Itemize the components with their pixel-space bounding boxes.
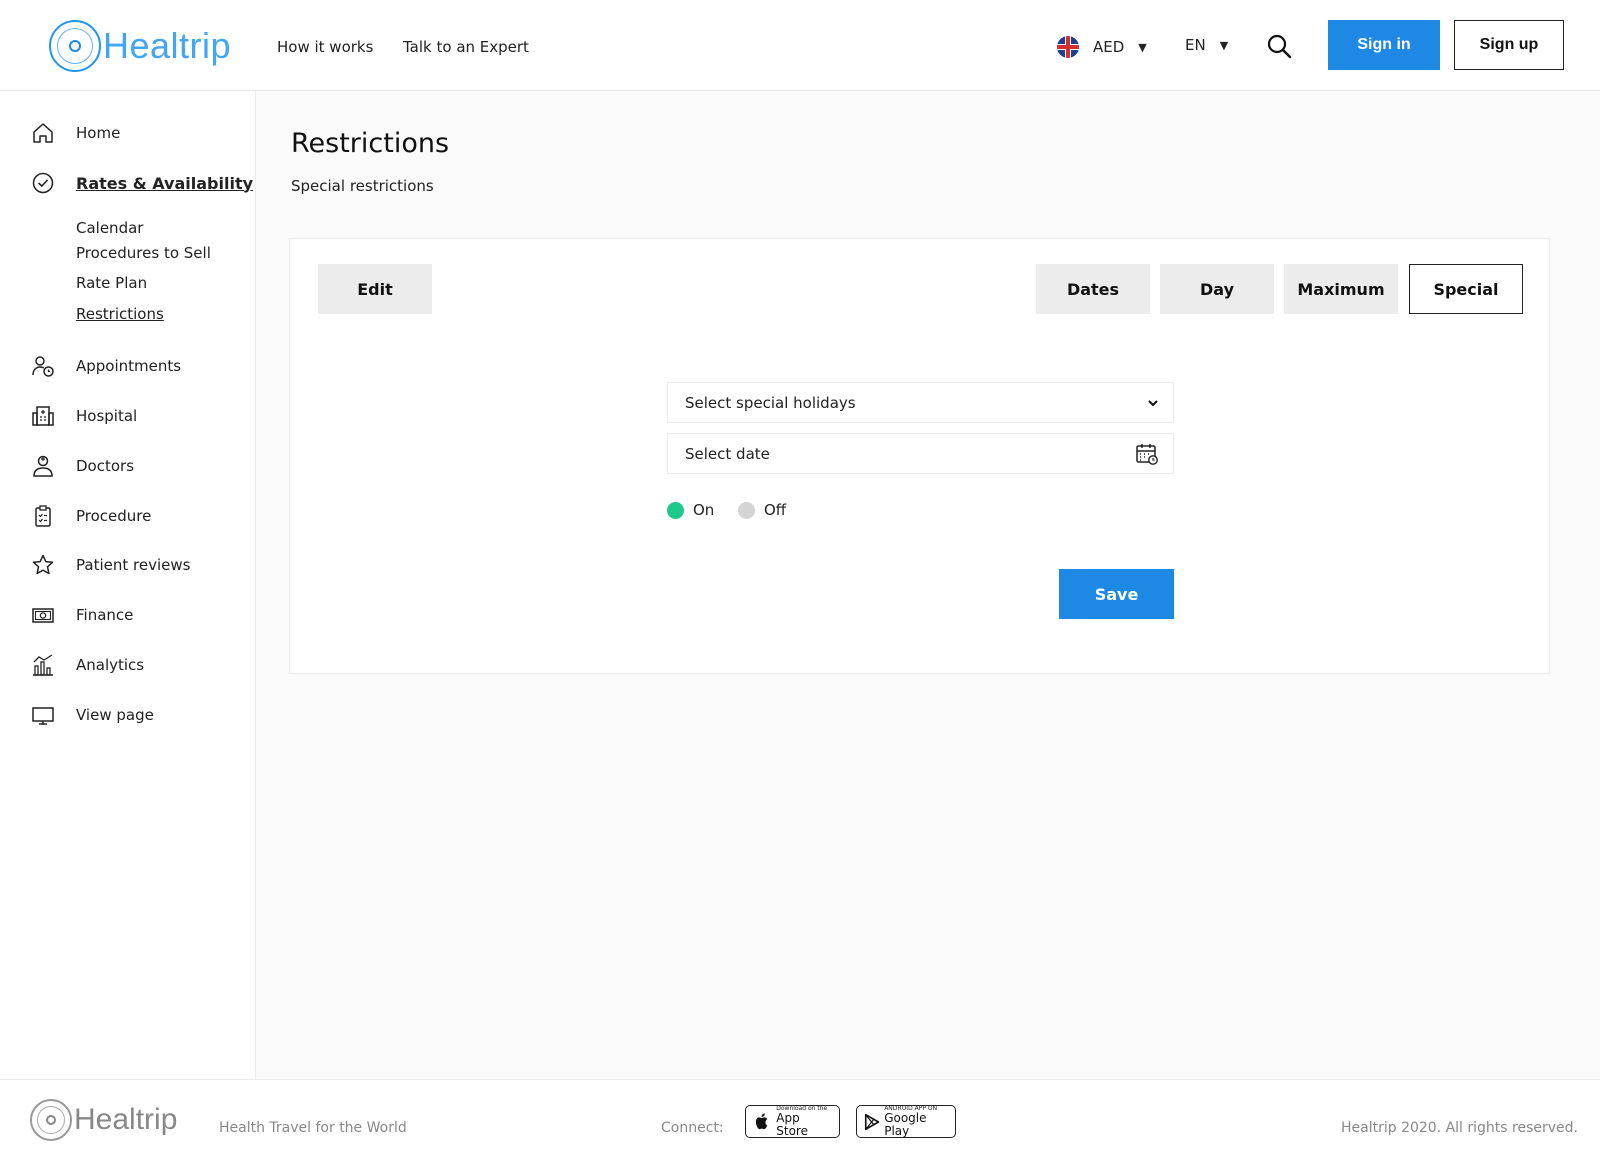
sign-up-button[interactable]: Sign up bbox=[1454, 20, 1564, 70]
uk-flag-icon bbox=[1057, 36, 1079, 58]
search-icon[interactable] bbox=[1266, 33, 1292, 59]
doctor-icon bbox=[33, 455, 53, 477]
nav-talk-to-expert[interactable]: Talk to an Expert bbox=[403, 38, 529, 56]
tab-special[interactable]: Special bbox=[1409, 264, 1523, 314]
restrictions-card: Edit Dates Day Maximum Special Select sp… bbox=[289, 238, 1550, 674]
sidebar-item-analytics[interactable]: Analytics bbox=[0, 650, 256, 680]
radio-on[interactable]: On bbox=[667, 501, 714, 519]
app-store-big-text: App Store bbox=[776, 1111, 808, 1138]
subnav-procedures-to-sell[interactable]: Procedures to Sell bbox=[76, 244, 211, 262]
sidebar-item-label: Doctors bbox=[76, 457, 135, 475]
monitor-icon bbox=[32, 707, 54, 725]
page-title: Restrictions bbox=[291, 128, 450, 159]
sidebar-item-label: Rates & Availability bbox=[76, 173, 254, 193]
sidebar-item-home[interactable]: Home bbox=[0, 118, 256, 148]
sidebar-item-label: View page bbox=[76, 706, 154, 724]
footer-connect-label: Connect: bbox=[661, 1120, 724, 1136]
currency-value: AED bbox=[1093, 38, 1125, 56]
sidebar-item-label: Patient reviews bbox=[76, 556, 191, 574]
subnav-calendar[interactable]: Calendar bbox=[76, 219, 143, 237]
footer-copyright: Healtrip 2020. All rights reserved. bbox=[1340, 1120, 1578, 1136]
date-field[interactable]: Select date bbox=[667, 433, 1174, 474]
brand-logo[interactable]: Healtrip bbox=[49, 20, 231, 72]
footer-logo-text: Healtrip bbox=[74, 1103, 178, 1136]
date-placeholder: Select date bbox=[685, 444, 770, 463]
chart-icon bbox=[33, 654, 53, 676]
special-holidays-select[interactable]: Select special holidays bbox=[667, 382, 1174, 423]
sidebar-item-label: Appointments bbox=[76, 357, 182, 375]
chevron-down-icon: ▼ bbox=[1138, 40, 1147, 54]
sidebar-item-label: Home bbox=[76, 124, 121, 142]
cash-icon bbox=[32, 608, 54, 623]
sidebar-item-view-page[interactable]: View page bbox=[0, 700, 256, 730]
sidebar-item-label: Procedure bbox=[76, 507, 152, 525]
star-icon bbox=[32, 554, 54, 575]
play-icon bbox=[864, 1113, 880, 1130]
radio-unselected-icon bbox=[738, 501, 755, 519]
footer: Healtrip Health Travel for the World Con… bbox=[0, 1079, 1600, 1159]
save-button[interactable]: Save bbox=[1059, 569, 1174, 619]
check-circle-icon bbox=[32, 172, 54, 194]
user-clock-icon bbox=[32, 356, 54, 377]
subnav-restrictions[interactable]: Restrictions bbox=[76, 305, 164, 323]
page-subtitle: Special restrictions bbox=[291, 177, 434, 195]
currency-selector[interactable]: AED ▼ bbox=[1057, 36, 1147, 58]
logo-text: Healtrip bbox=[103, 25, 232, 66]
sidebar-item-label: Finance bbox=[76, 606, 134, 624]
calendar-icon[interactable] bbox=[1135, 442, 1159, 466]
sidebar-item-finance[interactable]: Finance bbox=[0, 600, 256, 630]
radio-selected-icon bbox=[667, 501, 684, 519]
top-header: Healtrip How it works Talk to an Expert … bbox=[0, 0, 1600, 91]
google-play-button[interactable]: ANDROID APP ON Google Play bbox=[856, 1105, 956, 1138]
tab-maximum[interactable]: Maximum bbox=[1284, 264, 1398, 314]
nav-how-it-works[interactable]: How it works bbox=[277, 38, 373, 56]
logo-icon bbox=[30, 1099, 72, 1141]
sidebar-item-doctors[interactable]: Doctors bbox=[0, 451, 256, 481]
home-icon bbox=[33, 123, 53, 143]
tab-day[interactable]: Day bbox=[1160, 264, 1274, 314]
radio-off[interactable]: Off bbox=[738, 501, 786, 519]
sidebar: Home Rates & Availability Calendar Proce… bbox=[0, 91, 256, 1079]
sidebar-item-appointments[interactable]: Appointments bbox=[0, 351, 256, 381]
edit-button[interactable]: Edit bbox=[318, 264, 432, 314]
footer-tagline: Health Travel for the World bbox=[219, 1120, 407, 1136]
sidebar-item-patient-reviews[interactable]: Patient reviews bbox=[0, 550, 256, 580]
sidebar-item-procedure[interactable]: Procedure bbox=[0, 501, 256, 531]
footer-logo[interactable]: Healtrip bbox=[30, 1099, 177, 1141]
radio-off-label: Off bbox=[764, 501, 787, 519]
logo-icon bbox=[49, 20, 101, 72]
sidebar-item-label: Hospital bbox=[76, 407, 138, 425]
sidebar-item-hospital[interactable]: Hospital bbox=[0, 401, 256, 431]
language-selector[interactable]: EN ▼ bbox=[1185, 36, 1228, 54]
apple-icon bbox=[755, 1112, 768, 1129]
tab-dates[interactable]: Dates bbox=[1036, 264, 1150, 314]
clipboard-icon bbox=[35, 505, 51, 527]
special-holidays-placeholder: Select special holidays bbox=[685, 393, 856, 412]
app-store-button[interactable]: Download on the App Store bbox=[745, 1105, 840, 1138]
subnav-rate-plan[interactable]: Rate Plan bbox=[76, 274, 147, 292]
radio-on-label: On bbox=[693, 501, 715, 519]
chevron-down-icon: ▼ bbox=[1219, 38, 1229, 52]
sidebar-item-rates-availability[interactable]: Rates & Availability bbox=[0, 168, 256, 198]
chevron-down-icon bbox=[1148, 400, 1158, 407]
building-icon bbox=[32, 406, 54, 426]
google-play-big-text: Google Play bbox=[884, 1111, 927, 1138]
sidebar-item-label: Analytics bbox=[76, 656, 145, 674]
language-value: EN bbox=[1185, 36, 1206, 54]
sign-in-button[interactable]: Sign in bbox=[1328, 20, 1440, 70]
